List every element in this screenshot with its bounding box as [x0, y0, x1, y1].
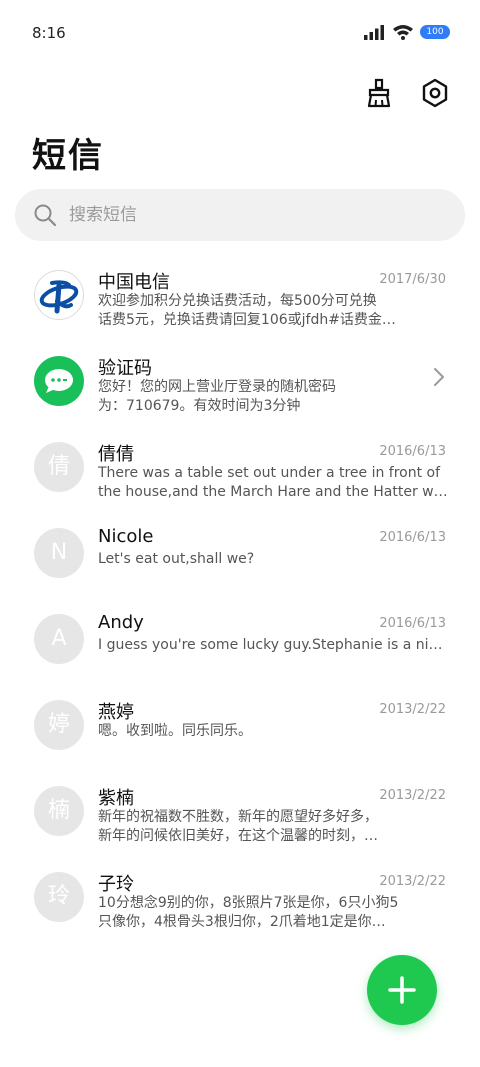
- list-item-andy[interactable]: A Andy 2016/6/13 I guess you're some luc…: [0, 604, 480, 690]
- avatar: 楠: [34, 786, 84, 836]
- list-item-qianqian[interactable]: 倩 倩倩 2016/6/13 There was a table set out…: [0, 432, 480, 518]
- search-icon: [34, 204, 57, 227]
- preview-line: 话费5元，兑换话费请回复106或jfdh#话费金…: [98, 312, 396, 328]
- battery-icon: 100: [420, 25, 450, 39]
- list-item-ziling[interactable]: 玲 子玲 2013/2/22 10分想念9别的你，8张照片7张是你，6只小狗5 …: [0, 862, 480, 948]
- message-date: 2016/6/13: [379, 530, 446, 545]
- message-date: 2016/6/13: [379, 444, 446, 459]
- contact-name: 中国电信: [98, 272, 170, 293]
- preview-line: There was a table set out under a tree i…: [98, 465, 441, 481]
- message-preview: 10分想念9别的你，8张照片7张是你，6只小狗5 只像你，4根骨头3根归你，2爪…: [98, 894, 448, 932]
- status-indicators: 100: [364, 24, 450, 40]
- preview-line: the house,and the March Hare and the Hat…: [98, 484, 448, 500]
- message-preview: Let's eat out,shall we?: [98, 550, 448, 569]
- message-date: 2013/2/22: [379, 788, 446, 803]
- chat-bubble-icon: [34, 356, 84, 406]
- preview-line: 嗯。收到啦。同乐同乐。: [98, 723, 252, 739]
- message-preview: 嗯。收到啦。同乐同乐。: [98, 722, 448, 741]
- page-title: 短信: [32, 136, 104, 176]
- message-date: 2013/2/22: [379, 702, 446, 717]
- contact-name: 倩倩: [98, 444, 134, 465]
- avatar: 玲: [34, 872, 84, 922]
- list-item-verification-code[interactable]: 验证码 您好！您的网上营业厅登录的随机密码 为：710679。有效时间为3分钟: [0, 346, 480, 432]
- wifi-icon: [393, 25, 413, 40]
- signal-icon: [364, 25, 384, 40]
- contact-name: 验证码: [98, 358, 152, 379]
- status-bar: 8:16 100: [0, 0, 480, 64]
- preview-line: 10分想念9别的你，8张照片7张是你，6只小狗5: [98, 895, 399, 911]
- preview-line: 欢迎参加积分兑换话费活动，每500分可兑换: [98, 293, 377, 309]
- preview-line: 为：710679。有效时间为3分钟: [98, 398, 301, 414]
- message-preview: 欢迎参加积分兑换话费活动，每500分可兑换 话费5元，兑换话费请回复106或jf…: [98, 292, 448, 330]
- contact-name: 子玲: [98, 874, 134, 895]
- settings-hex-icon[interactable]: [418, 76, 452, 110]
- avatar: 婷: [34, 700, 84, 750]
- broom-icon[interactable]: [362, 76, 396, 110]
- preview-line: I guess you're some lucky guy.Stephanie …: [98, 637, 448, 653]
- avatar: 倩: [34, 442, 84, 492]
- avatar: N: [34, 528, 84, 578]
- search-bar[interactable]: [15, 189, 465, 241]
- list-item-china-telecom[interactable]: 中国电信 2017/6/30 欢迎参加积分兑换话费活动，每500分可兑换 话费5…: [0, 260, 480, 346]
- preview-line: 新年的祝福数不胜数，新年的愿望好多好多，: [98, 809, 378, 825]
- plus-icon: [388, 976, 416, 1004]
- preview-line: 您好！您的网上营业厅登录的随机密码: [98, 379, 336, 395]
- preview-line: Let's eat out,shall we?: [98, 551, 255, 567]
- china-telecom-logo: [34, 270, 84, 320]
- contact-name: 紫楠: [98, 788, 134, 809]
- contact-name: 燕婷: [98, 702, 134, 723]
- avatar: A: [34, 614, 84, 664]
- message-preview: 新年的祝福数不胜数，新年的愿望好多好多， 新年的问候依旧美好，在这个温馨的时刻，…: [98, 808, 448, 846]
- message-date: 2017/6/30: [379, 272, 446, 287]
- message-preview: 您好！您的网上营业厅登录的随机密码 为：710679。有效时间为3分钟: [98, 378, 448, 416]
- top-actions: [362, 76, 452, 110]
- preview-line: 新年的问候依旧美好，在这个温馨的时刻，…: [98, 828, 378, 844]
- contact-name: Nicole: [98, 526, 154, 547]
- search-input[interactable]: [67, 204, 431, 226]
- message-date: 2013/2/22: [379, 874, 446, 889]
- message-preview: There was a table set out under a tree i…: [98, 464, 448, 502]
- message-date: 2016/6/13: [379, 616, 446, 631]
- contact-name: Andy: [98, 612, 144, 633]
- chevron-right-icon: [434, 368, 444, 386]
- status-time: 8:16: [32, 24, 66, 42]
- list-item-zinan[interactable]: 楠 紫楠 2013/2/22 新年的祝福数不胜数，新年的愿望好多好多， 新年的问…: [0, 776, 480, 862]
- message-list: 中国电信 2017/6/30 欢迎参加积分兑换话费活动，每500分可兑换 话费5…: [0, 260, 480, 948]
- new-message-button[interactable]: [367, 955, 437, 1025]
- list-item-nicole[interactable]: N Nicole 2016/6/13 Let's eat out,shall w…: [0, 518, 480, 604]
- list-item-yanting[interactable]: 婷 燕婷 2013/2/22 嗯。收到啦。同乐同乐。: [0, 690, 480, 776]
- messages-screen: 8:16 100 短信 搜索短信 中国电信 2017/6/30 欢迎参加积分兑换…: [0, 0, 480, 1067]
- preview-line: 只像你，4根骨头3根归你，2爪着地1定是你…: [98, 914, 386, 930]
- message-preview: I guess you're some lucky guy.Stephanie …: [98, 636, 448, 655]
